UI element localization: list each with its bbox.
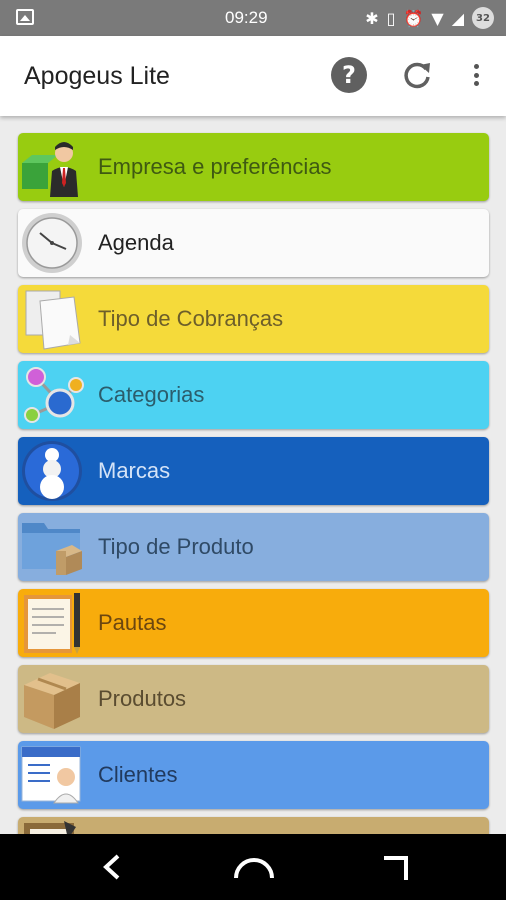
home-icon[interactable] <box>232 854 276 880</box>
menu-list: Empresa e preferências Agenda Tipo de Co… <box>0 116 506 834</box>
menu-item-label: Tipo de Cobranças <box>98 306 284 331</box>
signal-icon: ◢ <box>451 8 464 28</box>
menu-item-categorias[interactable]: Categorias <box>18 361 489 429</box>
documents-icon <box>25 290 81 350</box>
recents-icon[interactable] <box>380 854 410 884</box>
folder-box-icon <box>22 523 82 575</box>
menu-item-label: Pautas <box>98 610 167 635</box>
bluetooth-icon: ✱ <box>365 8 379 28</box>
battery-icon: 32 <box>472 7 494 29</box>
client-card-icon <box>21 746 81 804</box>
navigation-bar <box>0 834 506 900</box>
status-icons: ✱ ▯ ⏰ ▼ ◢ 32 <box>365 7 494 29</box>
menu-item-label: Empresa e preferências <box>98 154 332 179</box>
alarm-icon: ⏰ <box>403 8 424 28</box>
menu-item-partial[interactable] <box>18 817 489 834</box>
notebook-pen-icon <box>24 593 80 654</box>
businessman-icon <box>22 142 78 197</box>
image-notification-icon <box>16 9 34 25</box>
menu-item-label: Produtos <box>98 686 187 711</box>
status-bar: 09:29 ✱ ▯ ⏰ ▼ ◢ 32 <box>0 0 506 36</box>
menu-item-empresa[interactable]: Empresa e preferências <box>18 133 489 201</box>
app-title: Apogeus Lite <box>24 62 170 90</box>
molecule-icon <box>24 367 84 423</box>
refresh-icon[interactable] <box>399 57 435 93</box>
menu-item-clientes[interactable]: Clientes <box>18 741 489 809</box>
menu-item-label: Categorias <box>98 382 205 407</box>
app-bar: Apogeus Lite ? <box>0 36 506 116</box>
box-icon <box>24 673 80 729</box>
clipboard-icon <box>24 821 76 834</box>
menu-item-label: Clientes <box>98 762 178 787</box>
back-icon[interactable] <box>98 852 126 882</box>
clock-icon <box>22 213 82 273</box>
menu-item-pautas[interactable]: Pautas <box>18 589 489 657</box>
status-time: 09:29 <box>225 8 268 27</box>
overflow-menu-icon[interactable] <box>464 58 488 92</box>
menu-item-agenda[interactable]: Agenda <box>18 209 489 277</box>
vibrate-icon: ▯ <box>386 8 396 28</box>
menu-item-label: Marcas <box>98 458 171 483</box>
menu-item-label: Agenda <box>98 230 174 255</box>
menu-item-tipo-produto[interactable]: Tipo de Produto <box>18 513 489 581</box>
menu-item-label: Tipo de Produto <box>98 534 254 559</box>
pawn-icon <box>22 441 82 501</box>
menu-item-produtos[interactable]: Produtos <box>18 665 489 733</box>
help-icon[interactable]: ? <box>331 57 367 93</box>
menu-item-tipo-cobrancas[interactable]: Tipo de Cobranças <box>18 285 489 353</box>
wifi-icon: ▼ <box>431 8 444 28</box>
menu-item-marcas[interactable]: Marcas <box>18 437 489 505</box>
